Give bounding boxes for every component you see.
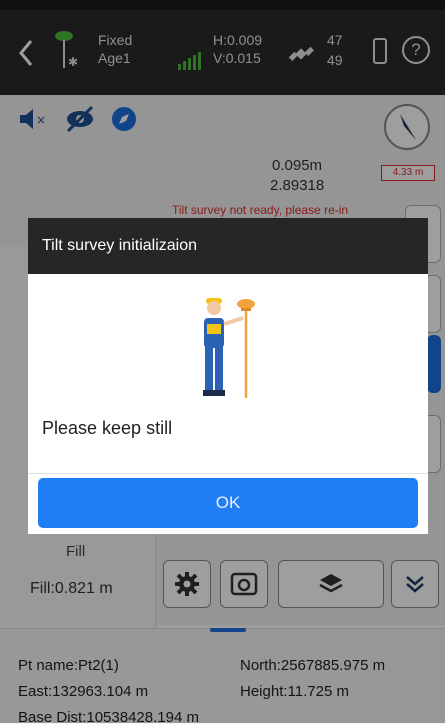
ok-button[interactable]: OK xyxy=(38,478,418,528)
dialog-title: Tilt survey initializaion xyxy=(28,218,428,274)
surveyor-illustration xyxy=(203,298,255,398)
dialog-divider xyxy=(28,473,428,474)
tilt-init-dialog: Tilt survey initializaion Please keep st… xyxy=(28,218,428,534)
dialog-message: Please keep still xyxy=(42,418,173,438)
